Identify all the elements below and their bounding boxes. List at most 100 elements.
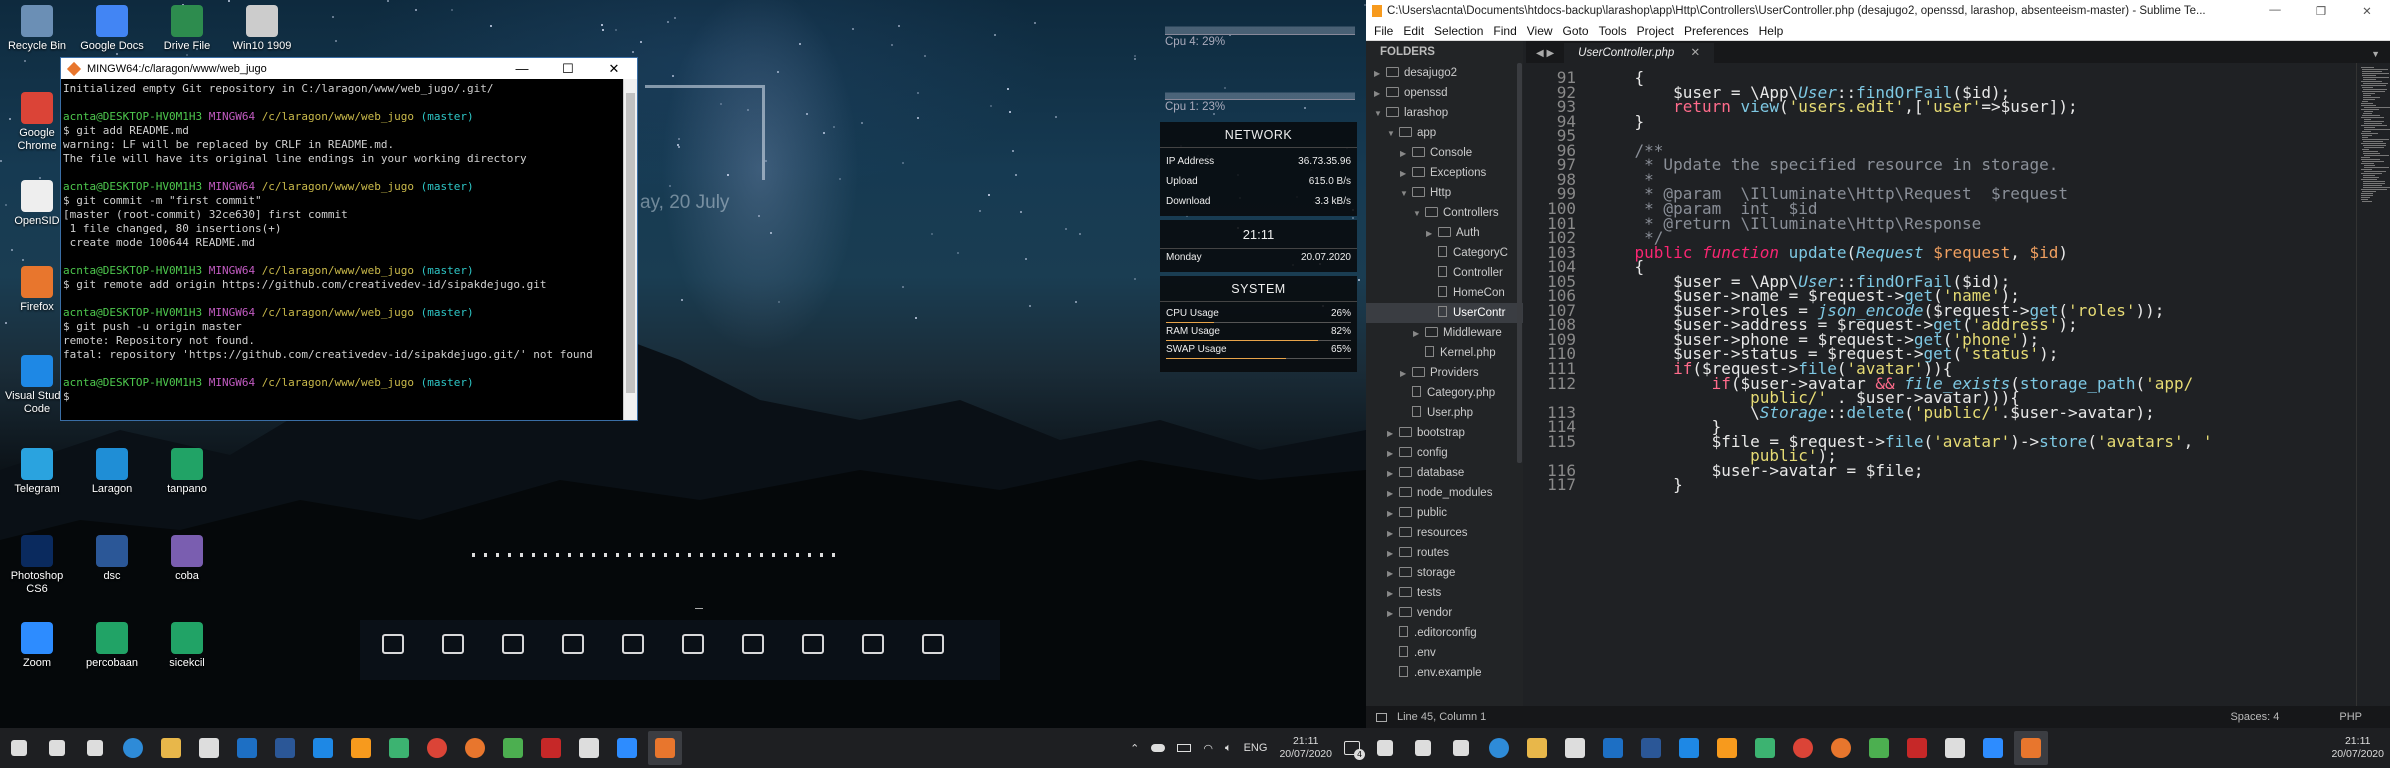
git-icon[interactable] — [648, 731, 682, 765]
image-icon[interactable] — [562, 634, 584, 654]
sublime-minimize-button[interactable]: — — [2252, 4, 2298, 18]
tree-file[interactable]: Category.php — [1366, 383, 1523, 403]
tree-file[interactable]: Controller — [1366, 263, 1523, 283]
tree-file[interactable]: HomeCon — [1366, 283, 1523, 303]
chrome-icon[interactable] — [420, 731, 454, 765]
menu-item-file[interactable]: File — [1374, 24, 1393, 38]
chevron-right-icon[interactable]: ▶ — [1426, 224, 1438, 243]
sublime-icon[interactable] — [344, 731, 378, 765]
menu-item-goto[interactable]: Goto — [1563, 24, 1589, 38]
file-explorer-icon[interactable] — [1520, 731, 1554, 765]
windows-start-icon[interactable] — [1368, 731, 1402, 765]
tree-folder[interactable]: ▶ Console — [1366, 143, 1523, 163]
chevron-right-icon[interactable]: ▶ — [1387, 424, 1399, 443]
tree-file[interactable]: .env.example — [1366, 663, 1523, 683]
search-icon[interactable] — [1406, 731, 1440, 765]
sublime-window[interactable]: C:\Users\acnta\Documents\htdocs-backup\l… — [1366, 0, 2390, 728]
status-syntax[interactable]: PHP — [2339, 711, 2362, 723]
mail-icon[interactable] — [230, 731, 264, 765]
language-indicator[interactable]: ENG — [1244, 742, 1268, 754]
desktop-icon[interactable]: Telegram — [1, 448, 73, 496]
volume-icon[interactable]: 🔈︎ — [1225, 741, 1232, 755]
chevron-right-icon[interactable]: ▶ — [1400, 144, 1412, 163]
close-button[interactable]: ✕ — [591, 61, 637, 77]
menu-item-project[interactable]: Project — [1637, 24, 1674, 38]
word-icon[interactable] — [1634, 731, 1668, 765]
task-view-icon[interactable] — [78, 731, 112, 765]
chevron-right-icon[interactable]: ▶ — [1387, 584, 1399, 603]
chevron-down-icon[interactable]: ▼ — [1374, 104, 1386, 123]
store-icon[interactable] — [192, 731, 226, 765]
desktop-icon[interactable]: Recycle Bin — [1, 5, 73, 53]
status-spaces[interactable]: Spaces: 4 — [2230, 711, 2279, 723]
tree-file[interactable]: .env — [1366, 643, 1523, 663]
menu-item-view[interactable]: View — [1527, 24, 1553, 38]
tree-folder[interactable]: ▶ bootstrap — [1366, 423, 1523, 443]
desktop-icon[interactable]: Drive File — [151, 5, 223, 53]
menu-item-preferences[interactable]: Preferences — [1684, 24, 1749, 38]
git-bash-window[interactable]: MINGW64:/c/laragon/www/web_jugo — ☐ ✕ Init… — [60, 57, 638, 421]
menu-item-tools[interactable]: Tools — [1599, 24, 1627, 38]
terminal-scrollbar[interactable] — [623, 79, 637, 420]
network-app-icon[interactable] — [1976, 731, 2010, 765]
cloud-icon[interactable] — [1151, 744, 1166, 752]
sublime-close-button[interactable]: ✕ — [2344, 4, 2390, 18]
headphones-icon[interactable] — [622, 634, 644, 654]
tree-folder[interactable]: ▶ tests — [1366, 583, 1523, 603]
menu-item-find[interactable]: Find — [1493, 24, 1516, 38]
chevron-right-icon[interactable]: ▶ — [1387, 484, 1399, 503]
chevron-right-icon[interactable]: ▶ — [1387, 504, 1399, 523]
chevron-right-icon[interactable]: ▶ — [1374, 84, 1386, 103]
desktop-icon[interactable]: dsc — [76, 535, 148, 583]
tree-file[interactable]: User.php — [1366, 403, 1523, 423]
tree-file[interactable]: CategoryC — [1366, 243, 1523, 263]
minimap[interactable] — [2356, 63, 2390, 706]
tree-folder[interactable]: ▶ Providers — [1366, 363, 1523, 383]
tree-folder[interactable]: ▶ public — [1366, 503, 1523, 523]
app2-icon[interactable] — [496, 731, 530, 765]
tree-folder[interactable]: ▶ Auth — [1366, 223, 1523, 243]
chevron-down-icon[interactable]: ▼ — [1413, 204, 1425, 223]
chrome-icon[interactable] — [1786, 731, 1820, 765]
tree-file[interactable]: .editorconfig — [1366, 623, 1523, 643]
store-icon[interactable] — [1558, 731, 1592, 765]
chevron-right-icon[interactable]: ▶ — [1374, 64, 1386, 83]
film-icon[interactable] — [502, 634, 524, 654]
tree-folder[interactable]: ▼ larashop — [1366, 103, 1523, 123]
sublime-icon[interactable] — [1710, 731, 1744, 765]
desktop-icon[interactable]: Win10 1909 — [226, 5, 298, 53]
chevron-right-icon[interactable]: ▶ — [1400, 364, 1412, 383]
menu-item-edit[interactable]: Edit — [1403, 24, 1424, 38]
desktop-icon[interactable]: tanpano — [151, 448, 223, 496]
terminal-titlebar[interactable]: MINGW64:/c/laragon/www/web_jugo — ☐ ✕ — [61, 58, 637, 79]
tree-folder[interactable]: ▶ Middleware — [1366, 323, 1523, 343]
monitor-icon[interactable] — [382, 634, 404, 654]
tree-folder[interactable]: ▶ vendor — [1366, 603, 1523, 623]
facebook-icon[interactable] — [802, 634, 824, 654]
badge-app-icon[interactable] — [534, 731, 568, 765]
chevron-right-icon[interactable]: ▶ — [1387, 604, 1399, 623]
menu-item-selection[interactable]: Selection — [1434, 24, 1483, 38]
terminal-output[interactable]: Initialized empty Git repository in C:/l… — [61, 79, 623, 420]
edge-icon[interactable] — [116, 731, 150, 765]
chevron-down-icon[interactable]: ▼ — [1400, 184, 1412, 203]
chevron-right-icon[interactable]: ▶ — [1413, 324, 1425, 343]
tree-folder[interactable]: ▼ Controllers — [1366, 203, 1523, 223]
desktop-icon[interactable]: sicekcil — [151, 622, 223, 670]
pin-icon[interactable] — [922, 634, 944, 654]
file-explorer-icon[interactable] — [154, 731, 188, 765]
tree-folder[interactable]: ▶ Exceptions — [1366, 163, 1523, 183]
tab-nav-icon[interactable]: ◀ ▶ — [1526, 48, 1564, 63]
badge-app-icon[interactable] — [1900, 731, 1934, 765]
desktop-icon[interactable]: Laragon — [76, 448, 148, 496]
minimize-button[interactable]: — — [499, 61, 545, 77]
chevron-down-icon[interactable]: ▼ — [1387, 124, 1399, 143]
firefox-icon[interactable] — [458, 731, 492, 765]
chevron-right-icon[interactable]: ▶ — [1387, 524, 1399, 543]
tree-folder[interactable]: ▶ storage — [1366, 563, 1523, 583]
chevron-right-icon[interactable]: ▶ — [1387, 564, 1399, 583]
tray-clock[interactable]: 21:11 20/07/2020 — [1279, 735, 1332, 761]
tab-close-icon[interactable]: ✕ — [1691, 43, 1701, 63]
notification-icon[interactable]: 4 — [1344, 741, 1365, 760]
git-icon[interactable] — [2014, 731, 2048, 765]
